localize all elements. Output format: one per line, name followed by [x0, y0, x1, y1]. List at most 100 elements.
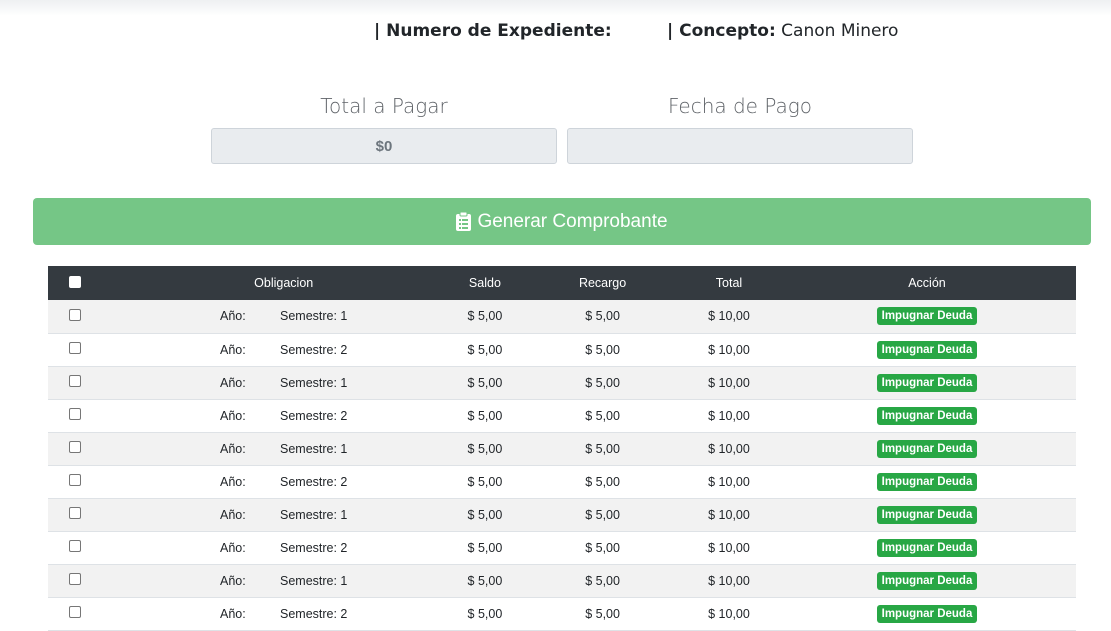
impugnar-deuda-button[interactable]: Impugnar Deuda	[876, 373, 978, 392]
select-all-cell	[48, 266, 123, 300]
anio-label: Año:	[220, 408, 246, 423]
row-select-cell	[48, 399, 123, 432]
semestre-label: Semestre: 1	[280, 441, 348, 456]
obligacion-cell: Año: Semestre: 2	[123, 597, 445, 630]
semestre-label: Semestre: 2	[280, 342, 348, 357]
anio-label: Año:	[220, 474, 246, 489]
semestre-label: Semestre: 2	[280, 606, 348, 621]
anio-label: Año:	[220, 507, 246, 522]
table-row: Año: Semestre: 2 $ 5,00 $ 5,00 $ 10,00 Impugn…	[48, 597, 1076, 630]
obligaciones-table: Obligacion Saldo Recargo Total Acción Añ…	[48, 266, 1076, 631]
accion-cell: Impugnar Deuda	[778, 498, 1076, 531]
impugnar-deuda-button[interactable]: Impugnar Deuda	[876, 604, 978, 623]
accion-cell: Impugnar Deuda	[778, 597, 1076, 630]
row-checkbox[interactable]	[69, 308, 81, 321]
recargo-cell: $ 5,00	[585, 408, 620, 423]
row-select-cell	[48, 465, 123, 498]
saldo-cell: $ 5,00	[467, 606, 503, 621]
accion-cell: Impugnar Deuda	[778, 366, 1076, 399]
total-cell: $ 10,00	[708, 408, 750, 423]
total-cell: $ 10,00	[708, 474, 750, 489]
header-recargo: Recargo	[578, 276, 627, 290]
row-select-cell	[48, 432, 123, 465]
row-checkbox[interactable]	[69, 540, 81, 552]
row-select-cell	[48, 597, 123, 630]
row-checkbox[interactable]	[69, 606, 81, 618]
row-checkbox[interactable]	[69, 342, 81, 354]
recargo-cell: $ 5,00	[585, 507, 620, 522]
total-cell: $ 10,00	[708, 573, 750, 588]
row-checkbox[interactable]	[69, 507, 81, 519]
total-cell: $ 10,00	[708, 441, 750, 456]
table-row: Año: Semestre: 1 $ 5,00 $ 5,00 $ 10,00 Impugn…	[48, 564, 1076, 597]
impugnar-deuda-button[interactable]: Impugnar Deuda	[876, 439, 978, 458]
recargo-cell: $ 5,00	[585, 309, 620, 324]
semestre-label: Semestre: 2	[280, 540, 348, 555]
generar-comprobante-button[interactable]: Generar Comprobante	[33, 198, 1091, 245]
accion-cell: Impugnar Deuda	[778, 300, 1076, 333]
anio-label: Año:	[220, 540, 246, 555]
saldo-cell: $ 5,00	[467, 441, 503, 456]
row-checkbox[interactable]	[69, 441, 81, 453]
accion-cell: Impugnar Deuda	[778, 564, 1076, 597]
recargo-cell: $ 5,00	[585, 606, 620, 621]
top-shadow	[0, 0, 1111, 16]
saldo-cell: $ 5,00	[467, 540, 503, 555]
saldo-cell: $ 5,00	[467, 573, 503, 588]
impugnar-deuda-button[interactable]: Impugnar Deuda	[876, 571, 978, 590]
total-cell: $ 10,00	[708, 375, 750, 390]
anio-label: Año:	[220, 573, 246, 588]
obligacion-cell: Año: Semestre: 2	[123, 465, 445, 498]
row-checkbox[interactable]	[69, 408, 81, 420]
obligacion-cell: Año: Semestre: 1	[123, 564, 445, 597]
table-row: Año: Semestre: 1 $ 5,00 $ 5,00 $ 10,00 Impugn…	[48, 498, 1076, 531]
clipboard-icon	[456, 212, 472, 231]
expediente-info: | Numero de Expediente:	[374, 21, 612, 41]
row-select-cell	[48, 498, 123, 531]
obligacion-cell: Año: Semestre: 2	[123, 531, 445, 564]
saldo-cell: $ 5,00	[467, 375, 503, 390]
obligacion-cell: Año: Semestre: 1	[123, 432, 445, 465]
anio-label: Año:	[220, 309, 246, 324]
saldo-cell: $ 5,00	[467, 309, 503, 324]
impugnar-deuda-button[interactable]: Impugnar Deuda	[876, 505, 978, 524]
row-select-cell	[48, 333, 123, 366]
select-all-checkbox[interactable]	[69, 275, 81, 288]
table-row: Año: Semestre: 1 $ 5,00 $ 5,00 $ 10,00 Impugn…	[48, 366, 1076, 399]
recargo-cell: $ 5,00	[585, 342, 620, 357]
impugnar-deuda-button[interactable]: Impugnar Deuda	[876, 340, 978, 359]
row-checkbox[interactable]	[69, 573, 81, 585]
total-field: $0	[211, 128, 557, 164]
semestre-label: Semestre: 1	[280, 375, 348, 390]
anio-label: Año:	[220, 375, 246, 390]
semestre-label: Semestre: 2	[280, 408, 348, 423]
semestre-label: Semestre: 1	[280, 507, 348, 522]
recargo-cell: $ 5,00	[585, 573, 620, 588]
row-checkbox[interactable]	[69, 474, 81, 486]
total-cell: $ 10,00	[708, 309, 750, 324]
obligacion-cell: Año: Semestre: 1	[123, 366, 445, 399]
impugnar-deuda-button[interactable]: Impugnar Deuda	[876, 406, 978, 425]
obligacion-cell: Año: Semestre: 2	[123, 333, 445, 366]
fecha-field	[567, 128, 913, 164]
total-cell: $ 10,00	[708, 507, 750, 522]
table-row: Año: Semestre: 2 $ 5,00 $ 5,00 $ 10,00 Impugn…	[48, 399, 1076, 432]
row-select-cell	[48, 366, 123, 399]
table-row: Año: Semestre: 2 $ 5,00 $ 5,00 $ 10,00 Impugn…	[48, 531, 1076, 564]
total-label: Total a Pagar	[320, 94, 448, 118]
accion-cell: Impugnar Deuda	[778, 399, 1076, 432]
table-row: Año: Semestre: 1 $ 5,00 $ 5,00 $ 10,00 Impugn…	[48, 300, 1076, 333]
generar-comprobante-label[interactable]: Generar Comprobante	[477, 211, 667, 233]
total-cell: $ 10,00	[708, 606, 750, 621]
row-checkbox[interactable]	[69, 375, 81, 387]
table-row: Año: Semestre: 2 $ 5,00 $ 5,00 $ 10,00 Impugn…	[48, 333, 1076, 366]
impugnar-deuda-button[interactable]: Impugnar Deuda	[876, 307, 978, 326]
concepto-label: | Concepto:	[667, 21, 776, 41]
anio-label: Año:	[220, 606, 246, 621]
recargo-cell: $ 5,00	[585, 375, 620, 390]
header-saldo: Saldo	[468, 276, 501, 290]
accion-cell: Impugnar Deuda	[778, 531, 1076, 564]
expediente-label: | Numero de Expediente:	[374, 21, 612, 41]
impugnar-deuda-button[interactable]: Impugnar Deuda	[876, 472, 978, 491]
impugnar-deuda-button[interactable]: Impugnar Deuda	[876, 538, 978, 557]
